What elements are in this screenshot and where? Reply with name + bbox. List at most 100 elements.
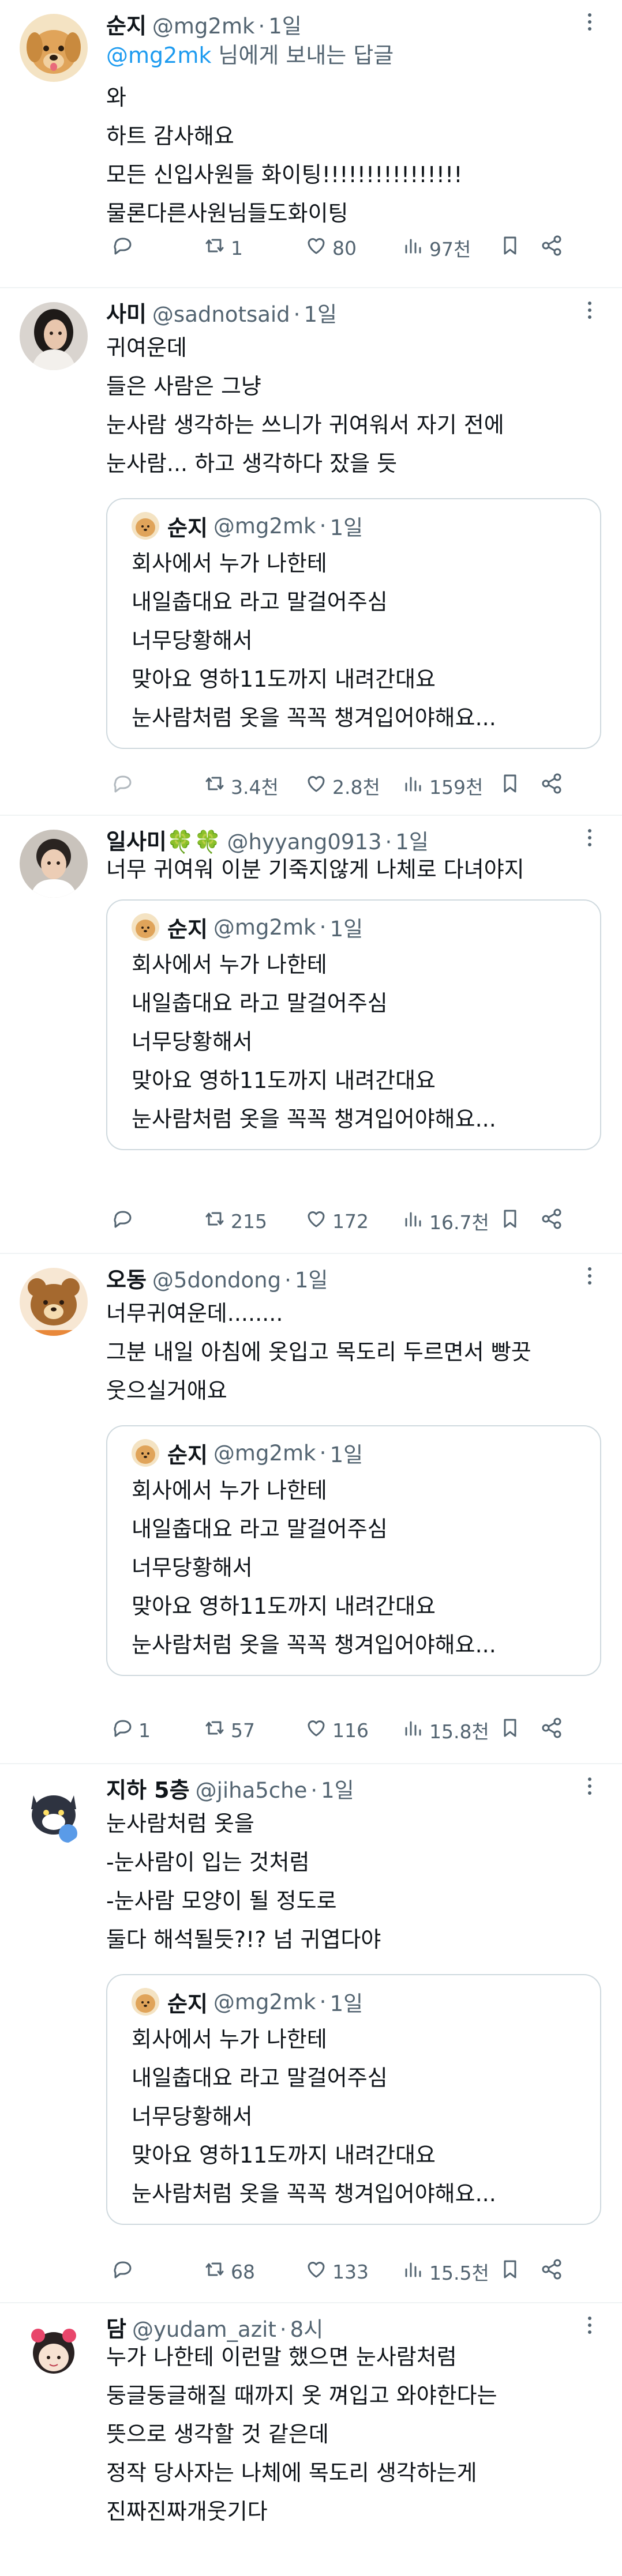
display-name[interactable]: 사미	[106, 296, 147, 328]
avatar[interactable]	[20, 2317, 88, 2385]
reply-button[interactable]: 1	[106, 1716, 198, 1744]
avatar[interactable]	[20, 1268, 88, 1336]
reply-icon	[111, 1207, 134, 1235]
bookmark-button[interactable]	[494, 772, 535, 800]
tweet-actions: 3.4천 2.8천 159천	[106, 769, 612, 803]
like-count: 172	[332, 1210, 369, 1233]
separator-dot: ·	[293, 302, 301, 327]
quoted-tweet[interactable]: 순지 @mg2mk · 1일 회사에서 누가 나한테 내일춥대요 라고 말걸어주…	[106, 498, 601, 749]
views-chart-icon	[402, 1207, 425, 1235]
more-options-icon[interactable]	[578, 1775, 601, 1798]
tweet-text: 눈사람처럼 옷을 -눈사람이 입는 것처럼 -눈사람 모양이 될 정도로 둘다 …	[106, 1811, 381, 1952]
display-name[interactable]: 순지	[106, 8, 147, 40]
bookmark-button[interactable]	[494, 1207, 535, 1235]
bookmark-button[interactable]	[494, 234, 535, 262]
share-button[interactable]	[535, 234, 561, 262]
reply-button[interactable]	[106, 772, 198, 800]
views-chart-icon	[402, 1716, 425, 1744]
timestamp[interactable]: 1일	[295, 1263, 328, 1294]
avatar[interactable]	[20, 14, 88, 82]
tweet-text: 너무 귀여워 이분 기죽지않게 나체로 다녀야지	[106, 857, 524, 882]
tweet[interactable]: 지하 5층 @jiha5che · 1일 눈사람처럼 옷을 -눈사람이 입는 것…	[0, 1764, 622, 2303]
reply-button[interactable]	[106, 1207, 198, 1235]
quoted-display-name: 순지	[167, 515, 208, 541]
bookmark-icon	[499, 2258, 522, 2285]
views-button[interactable]: 97천	[397, 234, 494, 262]
tweet[interactable]: 사미 @sadnotsaid · 1일 귀여운데 들은 사람은 그냥 눈사람 생…	[0, 288, 622, 816]
share-button[interactable]	[535, 1716, 561, 1744]
quoted-avatar	[132, 512, 159, 540]
reply-feed: 순지 @mg2mk · 1일 @mg2mk 님에게 보내는 답글 와 하트 감사…	[0, 0, 622, 2576]
heart-icon	[305, 2258, 328, 2285]
bookmark-button[interactable]	[494, 2258, 535, 2285]
separator-dot: ·	[319, 1440, 327, 1466]
views-chart-icon	[402, 772, 425, 800]
retweet-icon	[203, 772, 226, 800]
tweet-actions: 1 80 97천	[106, 231, 612, 265]
separator-dot: ·	[319, 1989, 327, 2014]
view-count: 15.8천	[429, 1720, 489, 1743]
like-count: 2.8천	[332, 776, 380, 799]
display-name[interactable]: 오동	[106, 1262, 147, 1294]
reply-icon	[111, 1716, 134, 1744]
avatar[interactable]	[20, 302, 88, 370]
retweet-button[interactable]: 215	[198, 1207, 300, 1235]
more-options-icon[interactable]	[578, 299, 601, 322]
tweet-text: 너무귀여운데........ 그분 내일 아침에 옷입고 목도리 두르면서 빵끗…	[106, 1301, 531, 1403]
share-button[interactable]	[535, 1207, 561, 1235]
quoted-tweet[interactable]: 순지 @mg2mk · 1일 회사에서 누가 나한테 내일춥대요 라고 말걸어주…	[106, 1974, 601, 2225]
views-button[interactable]: 159천	[397, 772, 494, 800]
timestamp[interactable]: 1일	[321, 1773, 354, 1804]
tweet[interactable]: 담 @yudam_azit · 8시 누가 나한테 이런말 했으면 눈사람처럼 …	[0, 2303, 622, 2576]
quoted-tweet[interactable]: 순지 @mg2mk · 1일 회사에서 누가 나한테 내일춥대요 라고 말걸어주…	[106, 1425, 601, 1676]
reply-button[interactable]	[106, 234, 198, 262]
views-button[interactable]: 16.7천	[397, 1207, 494, 1235]
retweet-count: 68	[231, 2260, 255, 2283]
reply-button[interactable]	[106, 2258, 198, 2285]
tweet[interactable]: 오동 @5dondong · 1일 너무귀여운데........ 그분 내일 아…	[0, 1254, 622, 1764]
heart-icon	[305, 772, 328, 800]
retweet-button[interactable]: 3.4천	[198, 772, 300, 800]
share-button[interactable]	[535, 772, 561, 800]
user-handle[interactable]: @jiha5che	[196, 1778, 308, 1803]
bookmark-button[interactable]	[494, 1716, 535, 1744]
replying-to: @mg2mk 님에게 보내는 답글	[106, 39, 601, 71]
user-handle[interactable]: @mg2mk	[152, 14, 255, 39]
tweet[interactable]: 순지 @mg2mk · 1일 @mg2mk 님에게 보내는 답글 와 하트 감사…	[0, 0, 622, 288]
tweet[interactable]: 일사미🍀🍀 @hyyang0913 · 1일 너무 귀여워 이분 기죽지않게 나…	[0, 816, 622, 1254]
quoted-text: 회사에서 누가 나한테 내일춥대요 라고 말걸어주심 너무당황해서 맞아요 영하…	[132, 551, 496, 730]
more-options-icon[interactable]	[578, 826, 601, 849]
share-button[interactable]	[535, 2258, 561, 2285]
quoted-handle: @mg2mk	[213, 914, 316, 940]
like-button[interactable]: 2.8천	[300, 772, 397, 800]
view-count: 15.5천	[429, 2262, 489, 2284]
avatar[interactable]	[20, 830, 88, 898]
tweet-text: 와 하트 감사해요 모든 신입사원들 화이팅!!!!!!!!!!!!!!!! 물…	[106, 85, 463, 226]
more-options-icon[interactable]	[578, 10, 601, 33]
display-name[interactable]: 지하 5층	[106, 1772, 190, 1804]
more-options-icon[interactable]	[578, 1264, 601, 1287]
views-button[interactable]: 15.5천	[397, 2258, 494, 2285]
like-button[interactable]: 133	[300, 2258, 397, 2285]
like-button[interactable]: 172	[300, 1207, 397, 1235]
bookmark-icon	[499, 1207, 522, 1235]
views-button[interactable]: 15.8천	[397, 1716, 494, 1744]
separator-dot: ·	[310, 1778, 318, 1803]
tweet-actions: 68 133 15.5천	[106, 2254, 612, 2289]
quoted-tweet[interactable]: 순지 @mg2mk · 1일 회사에서 누가 나한테 내일춥대요 라고 말걸어주…	[106, 899, 601, 1150]
user-handle[interactable]: @5dondong	[152, 1268, 281, 1293]
retweet-button[interactable]: 68	[198, 2258, 300, 2285]
timestamp[interactable]: 1일	[268, 9, 302, 40]
like-button[interactable]: 80	[300, 234, 397, 262]
avatar[interactable]	[20, 1778, 88, 1846]
timestamp[interactable]: 1일	[303, 297, 337, 328]
separator-dot: ·	[258, 14, 265, 39]
user-handle[interactable]: @sadnotsaid	[152, 302, 290, 327]
retweet-button[interactable]: 57	[198, 1716, 300, 1744]
retweet-icon	[203, 2258, 226, 2285]
more-options-icon[interactable]	[578, 2314, 601, 2337]
like-button[interactable]: 116	[300, 1716, 397, 1744]
replying-to-mention[interactable]: @mg2mk	[106, 43, 211, 68]
retweet-button[interactable]: 1	[198, 234, 300, 262]
like-count: 80	[332, 236, 357, 259]
